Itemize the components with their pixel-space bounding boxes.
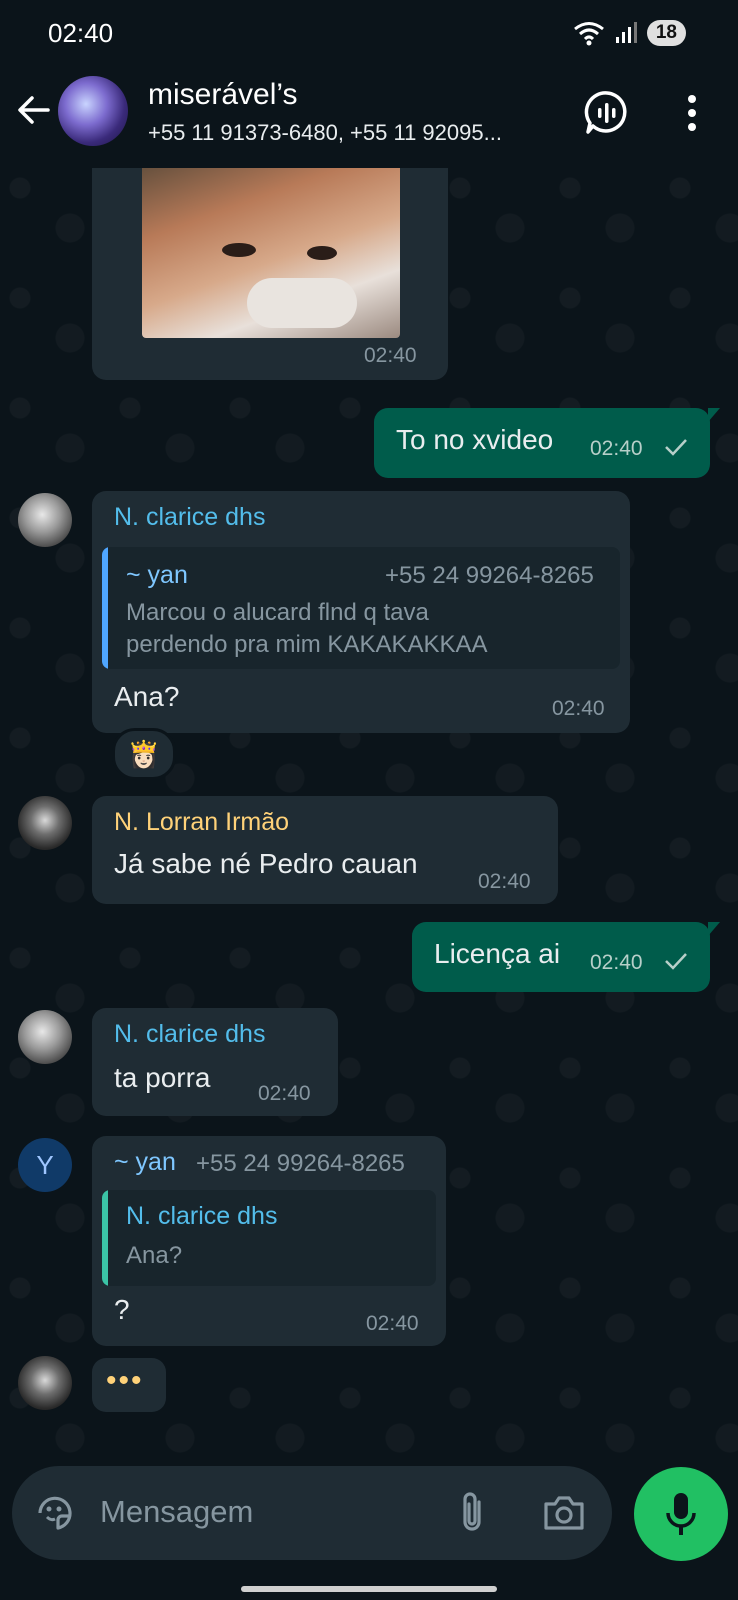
quote-phone: +55 24 99264-8265 (385, 562, 594, 589)
quote-text: Ana? (126, 1242, 183, 1269)
quoted-message[interactable]: N. clarice dhs Ana? (102, 1190, 436, 1286)
chat-header: miserável’s +55 11 91373-6480, +55 11 92… (0, 70, 738, 168)
outgoing-message[interactable]: Licença ai 02:40 (412, 922, 720, 992)
microphone-icon (666, 1493, 696, 1535)
back-arrow-icon[interactable] (16, 92, 52, 128)
gesture-nav-bar[interactable] (241, 1586, 497, 1592)
quote-sender: N. clarice dhs (126, 1202, 278, 1230)
message-text: Já sabe né Pedro cauan (114, 848, 418, 879)
quote-sender: ~ yan (126, 561, 188, 589)
sender-avatar-letter[interactable]: Y (18, 1138, 72, 1192)
image-message[interactable]: 02:40 (92, 168, 448, 380)
thumbnail-detail (247, 278, 357, 328)
sender-name[interactable]: ~ yan (114, 1148, 176, 1177)
status-icons: 18 (573, 20, 686, 46)
attach-icon[interactable] (457, 1490, 487, 1536)
thumbnail-detail (222, 243, 256, 257)
sender-phone: +55 24 99264-8265 (196, 1150, 405, 1177)
outgoing-message[interactable]: To no xvideo 02:40 (374, 408, 720, 478)
sender-name[interactable]: N. Lorran Irmão (114, 808, 289, 837)
quote-bar (102, 547, 108, 669)
message-time: 02:40 (552, 697, 605, 720)
sent-check-icon (665, 953, 687, 970)
more-options-icon[interactable] (684, 94, 700, 132)
reaction-badge[interactable]: 👸🏻 (112, 728, 176, 780)
message-text: To no xvideo (396, 424, 554, 455)
chat-title[interactable]: miserável’s (148, 78, 298, 112)
sender-name[interactable]: N. clarice dhs (114, 503, 265, 532)
image-thumbnail[interactable] (142, 168, 400, 338)
chat-area[interactable]: 02:40 To no xvideo 02:40 N. clarice dhs … (0, 168, 738, 1465)
quoted-message[interactable]: ~ yan +55 24 99264-8265 Marcou o alucard… (102, 547, 620, 669)
group-avatar[interactable] (58, 76, 128, 146)
thumbnail-detail (307, 246, 337, 260)
sticker-icon[interactable] (34, 1492, 76, 1534)
camera-icon[interactable] (542, 1494, 586, 1532)
quote-bar (102, 1190, 108, 1286)
typing-dots: ••• (106, 1364, 144, 1397)
quote-text-line: Marcou o alucard flnd q tava (126, 599, 429, 626)
sent-check-icon (665, 439, 687, 456)
chat-participants[interactable]: +55 11 91373-6480, +55 11 92095... (148, 120, 548, 146)
sender-avatar[interactable] (18, 493, 72, 547)
incoming-message[interactable]: N. clarice dhs ta porra 02:40 (92, 1008, 338, 1116)
message-input-bar[interactable]: Mensagem (12, 1466, 612, 1560)
battery-badge: 18 (646, 20, 686, 46)
message-time: 02:40 (366, 1312, 419, 1335)
incoming-message[interactable]: N. Lorran Irmão Já sabe né Pedro cauan 0… (92, 796, 558, 904)
message-time: 02:40 (590, 951, 643, 974)
sender-avatar[interactable] (18, 796, 72, 850)
message-text: Ana? (114, 681, 180, 712)
sender-name[interactable]: N. clarice dhs (114, 1020, 265, 1049)
status-time: 02:40 (48, 18, 114, 48)
voice-record-button[interactable] (634, 1467, 728, 1561)
message-time: 02:40 (364, 344, 417, 367)
incoming-message[interactable]: ~ yan +55 24 99264-8265 N. clarice dhs A… (92, 1136, 446, 1346)
message-text: ? (114, 1294, 130, 1325)
message-input[interactable]: Mensagem (100, 1494, 253, 1530)
message-time: 02:40 (258, 1082, 311, 1105)
wifi-icon (573, 22, 604, 46)
message-text: ta porra (114, 1062, 211, 1093)
message-text: Licença ai (434, 938, 561, 969)
sender-avatar[interactable] (18, 1356, 72, 1410)
typing-indicator: ••• (92, 1358, 166, 1412)
incoming-message[interactable]: N. clarice dhs ~ yan +55 24 99264-8265 M… (92, 491, 630, 733)
quote-text-line: perdendo pra mim KAKAKAKKAA (126, 631, 488, 658)
message-time: 02:40 (478, 870, 531, 893)
message-time: 02:40 (590, 437, 643, 460)
sender-avatar[interactable] (18, 1010, 72, 1064)
voice-chat-icon[interactable] (584, 90, 630, 136)
status-bar: 02:40 18 (0, 0, 738, 70)
signal-icon (615, 22, 637, 43)
